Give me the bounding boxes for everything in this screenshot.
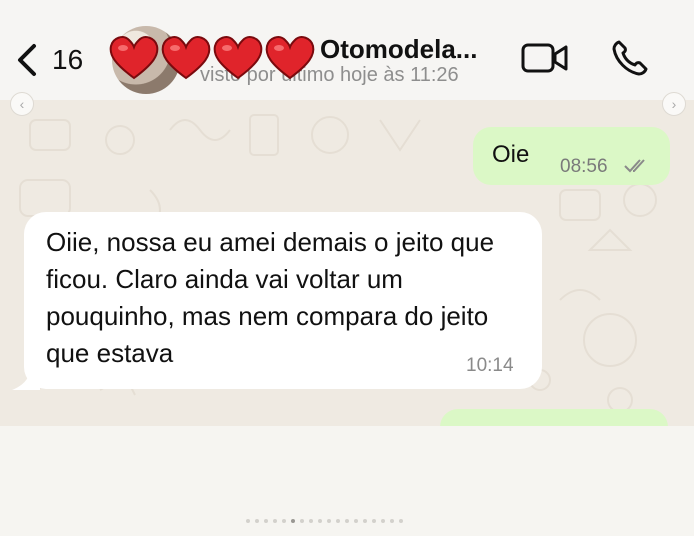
carousel-dot[interactable]: [273, 519, 277, 523]
carousel-dot[interactable]: [291, 519, 295, 523]
carousel-dot[interactable]: [282, 519, 286, 523]
carousel-dot[interactable]: [318, 519, 322, 523]
carousel-dot[interactable]: [363, 519, 367, 523]
carousel-dot[interactable]: [372, 519, 376, 523]
carousel-dot[interactable]: [327, 519, 331, 523]
incoming-message[interactable]: Oiie, nossa eu amei demais o jeito que f…: [24, 212, 542, 389]
scroll-right-button[interactable]: ›: [662, 92, 686, 116]
carousel-dot[interactable]: [300, 519, 304, 523]
heart-sticker-icon: [213, 36, 263, 80]
heart-sticker-icon: [161, 36, 211, 80]
message-time: 08:56: [560, 156, 608, 177]
heart-sticker-icon: [109, 36, 159, 80]
back-chevron-icon[interactable]: [14, 40, 42, 80]
message-time: 10:14: [466, 355, 514, 376]
message-text: Oiie, nossa eu amei demais o jeito que f…: [46, 227, 495, 368]
carousel-dot[interactable]: [264, 519, 268, 523]
read-ticks-icon: [624, 159, 645, 173]
carousel-indicator[interactable]: [246, 519, 403, 523]
carousel-dot[interactable]: [345, 519, 349, 523]
chat-header: 16 visto por último hoje às 11:26 Otomod…: [0, 0, 694, 101]
scroll-left-button[interactable]: ‹: [10, 92, 34, 116]
heart-stickers: [105, 28, 315, 86]
carousel-dot[interactable]: [399, 519, 403, 523]
message-text: Oie: [492, 141, 530, 168]
voice-call-icon[interactable]: [610, 38, 650, 78]
video-call-icon[interactable]: [521, 40, 569, 76]
carousel-dot[interactable]: [255, 519, 259, 523]
carousel-dot[interactable]: [309, 519, 313, 523]
carousel-dot[interactable]: [390, 519, 394, 523]
carousel-dot[interactable]: [246, 519, 250, 523]
carousel-dot[interactable]: [336, 519, 340, 523]
carousel-dot[interactable]: [381, 519, 385, 523]
contact-name[interactable]: Otomodela...: [320, 34, 477, 65]
outgoing-message[interactable]: Oie 08:56: [473, 127, 670, 185]
unread-count[interactable]: 16: [52, 44, 83, 76]
heart-sticker-icon: [265, 36, 315, 80]
carousel-dot[interactable]: [354, 519, 358, 523]
